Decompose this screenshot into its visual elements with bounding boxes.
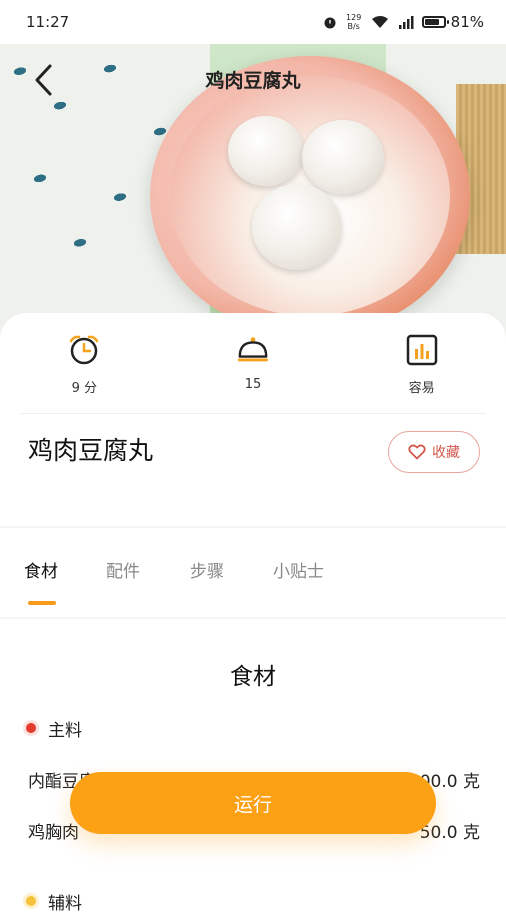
bar-chart-icon — [405, 333, 439, 367]
photo-meatball — [228, 116, 304, 186]
run-button[interactable]: 运行 — [70, 772, 436, 834]
tab-tips[interactable]: 小贴士 — [273, 557, 324, 582]
alarm-icon — [324, 17, 336, 29]
heart-icon — [408, 444, 426, 460]
secondary-ingredients-label: 辅料 — [48, 894, 82, 914]
battery: 81% — [421, 13, 484, 31]
page-title: 鸡肉豆腐丸 — [205, 70, 301, 92]
ingredients-heading: 食材 — [230, 664, 276, 690]
battery-fill — [424, 19, 440, 25]
main-ingredients-dot — [26, 723, 36, 733]
alarm-clock-icon — [67, 333, 101, 367]
tab-ingredients[interactable]: 食材 — [24, 557, 58, 582]
divider — [0, 617, 506, 619]
stat-servings-label: 15 — [244, 377, 262, 392]
status-icons: 129 B/s 81% — [322, 13, 484, 31]
recipe-stats: 9 分 15 容易 — [0, 333, 506, 413]
status-bar: 11:27 129 B/s 81% — [0, 0, 506, 44]
ingredient-name: 鸡胸肉 — [28, 823, 79, 843]
recipe-title: 鸡肉豆腐丸 — [28, 436, 154, 465]
tab-accessories[interactable]: 配件 — [106, 557, 140, 582]
wifi-icon — [371, 16, 388, 28]
stat-time-label: 9 分 — [71, 381, 98, 396]
photo-meatball — [302, 120, 384, 194]
secondary-ingredients-dot — [26, 896, 36, 906]
recipe-tabs: 食材 配件 步骤 小贴士 — [0, 557, 506, 617]
photo-meatball — [252, 184, 342, 270]
stat-difficulty-label: 容易 — [408, 381, 435, 396]
serving-dome-icon — [236, 333, 270, 367]
signal-icon — [398, 16, 414, 29]
battery-percent: 81% — [450, 13, 484, 31]
favorite-label: 收藏 — [432, 445, 460, 461]
tab-steps[interactable]: 步骤 — [190, 557, 224, 582]
main-ingredients-label: 主料 — [48, 721, 82, 741]
divider — [20, 413, 486, 414]
tab-indicator — [28, 601, 56, 605]
net-speed-unit: B/s — [347, 22, 360, 31]
divider — [0, 526, 506, 528]
net-speed: 129 B/s — [346, 13, 362, 31]
battery-icon — [421, 16, 449, 28]
status-time: 11:27 — [26, 13, 70, 31]
stat-servings: 15 — [169, 333, 338, 413]
favorite-button[interactable]: 收藏 — [388, 431, 480, 473]
net-speed-value: 129 — [346, 13, 362, 22]
stat-difficulty: 容易 — [337, 333, 506, 413]
stat-time: 9 分 — [0, 333, 169, 413]
